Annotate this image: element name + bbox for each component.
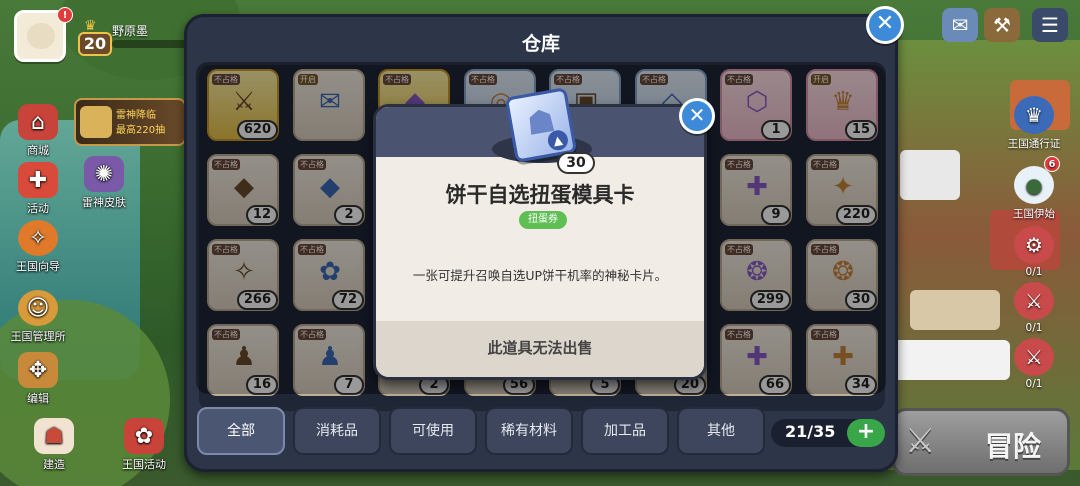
production-slot-2[interactable]: ⚔ 0/1: [994, 282, 1074, 334]
thunder-cookie-icon: [80, 106, 112, 138]
kingdom-pass-label: 王国通行证: [1007, 138, 1061, 150]
kingdom-guide-button[interactable]: ✧ 王国向导: [0, 220, 76, 274]
tab-usable[interactable]: 可使用: [389, 407, 477, 455]
edit-button[interactable]: ✥ 编辑: [0, 352, 76, 406]
promo-title: 雷神降临: [116, 110, 156, 121]
mail-icon[interactable]: ✉: [942, 8, 978, 42]
production-slot-3[interactable]: ⚔ 0/1: [994, 338, 1074, 390]
capacity-text: 21/35: [785, 422, 836, 441]
build-icon: ☗: [34, 418, 74, 454]
kingdom-management-button[interactable]: ☺ 王国管理所: [0, 290, 76, 344]
sword-icon: ⚔: [1014, 338, 1054, 376]
adventure-button[interactable]: ⚔ 冒险: [892, 408, 1070, 476]
xp-bar: [112, 40, 192, 48]
tab-others[interactable]: 其他: [677, 407, 765, 455]
sword-icon: ⚔: [1014, 282, 1054, 320]
panel-title: 仓库: [521, 33, 560, 55]
item-name: 饼干自选扭蛋模具卡: [445, 183, 635, 207]
compass-icon: ✧: [18, 220, 58, 256]
item-category-badge: 扭蛋券: [519, 211, 567, 229]
tab-processed-goods[interactable]: 加工品: [581, 407, 669, 455]
kingdom-event-icon: ✿: [124, 418, 164, 454]
event-button[interactable]: ✚ 活动: [0, 162, 76, 216]
upgrade-arrow-icon: ▲: [546, 128, 570, 152]
kingdom-pass-button[interactable]: ♛ 王国通行证: [994, 96, 1074, 151]
avatar-alert-badge: !: [57, 7, 73, 23]
kingdom-start-icon: ●: [1014, 166, 1054, 204]
tab-rare-materials[interactable]: 稀有材料: [485, 407, 573, 455]
menu-icon[interactable]: ☰: [1032, 8, 1068, 42]
tab-consumables[interactable]: 消耗品: [293, 407, 381, 455]
shop-button[interactable]: ⌂ 商城: [0, 104, 76, 158]
thunder-skin-label: 雷神皮肤: [82, 196, 126, 209]
pass-icon: ♛: [1014, 96, 1054, 134]
gift-icon: ✚: [18, 162, 58, 198]
thunder-skin-button[interactable]: ✺ 雷神皮肤: [66, 156, 142, 210]
build-label: 建造: [43, 458, 65, 471]
shop-label: 商城: [27, 144, 49, 157]
skin-icon: ✺: [84, 156, 124, 192]
cannot-sell-notice: 此道具无法出售: [376, 321, 704, 377]
production-count-3: 0/1: [1025, 378, 1043, 390]
edit-icon: ✥: [18, 352, 58, 388]
promo-banner[interactable]: 雷神降临 最高220抽: [74, 98, 186, 146]
build-button[interactable]: ☗ 建造: [16, 418, 92, 472]
production-icon: ⚙: [1014, 226, 1054, 264]
crossed-swords-icon: ⚔: [905, 421, 936, 461]
player-avatar[interactable]: !: [14, 7, 73, 62]
kingdom-guide-label: 王国向导: [16, 260, 60, 273]
management-icon: ☺: [18, 290, 58, 326]
player-level: 20: [78, 32, 112, 56]
player-name: 野原墨: [112, 24, 149, 38]
event-label: 活动: [27, 202, 49, 215]
item-quantity: 30: [557, 152, 595, 174]
production-slot-1[interactable]: ⚙ 0/1: [994, 226, 1074, 278]
kingdom-start-badge: 6: [1044, 156, 1060, 172]
kingdom-event-button[interactable]: ✿ 王国活动: [106, 418, 182, 472]
pickaxe-icon[interactable]: ⚒: [984, 8, 1020, 42]
edit-label: 编辑: [27, 392, 49, 405]
kingdom-management-label: 王国管理所: [10, 330, 66, 343]
promo-subtitle: 最高220抽: [116, 125, 166, 136]
tab-all[interactable]: 全部: [197, 407, 285, 455]
kingdom-start-button[interactable]: ● 王国伊始 6: [994, 156, 1074, 221]
player-level-bar[interactable]: ♛ 20 野原墨: [74, 18, 194, 58]
close-warehouse-button[interactable]: ✕: [866, 6, 904, 44]
expand-storage-button[interactable]: +: [847, 419, 885, 447]
close-popup-button[interactable]: ✕: [679, 98, 715, 134]
kingdom-start-label: 王国伊始: [1013, 208, 1055, 220]
production-count-1: 0/1: [1025, 266, 1043, 278]
kingdom-event-label: 王国活动: [122, 458, 166, 471]
item-description: 一张可提升召唤自选UP饼干机率的神秘卡片。: [412, 268, 668, 283]
shop-icon: ⌂: [18, 104, 58, 140]
adventure-label: 冒险: [984, 430, 1041, 463]
storage-capacity: 21/35 +: [771, 419, 885, 447]
production-count-2: 0/1: [1025, 322, 1043, 334]
